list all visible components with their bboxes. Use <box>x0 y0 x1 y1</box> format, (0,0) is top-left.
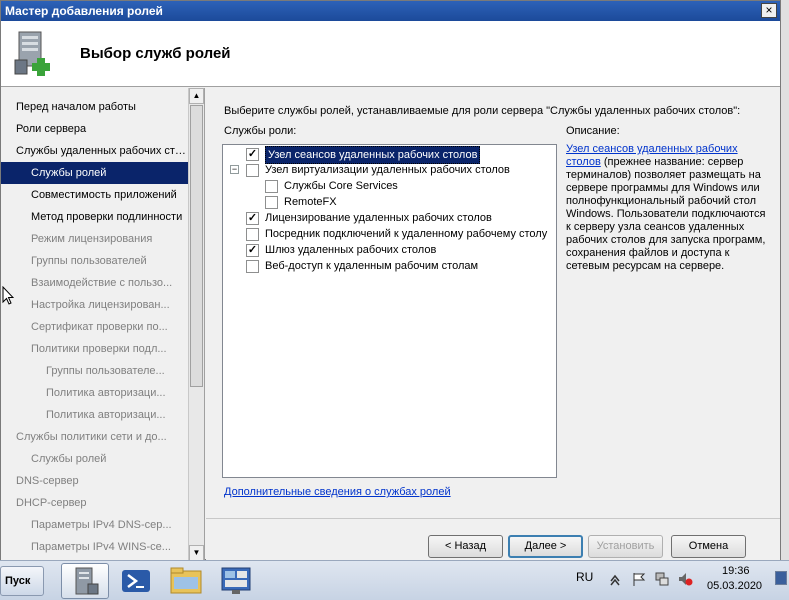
nav-item: Группы пользователей <box>31 255 147 267</box>
role-service-item[interactable]: Службы Core Services <box>223 178 556 194</box>
wizard-header: Выбор служб ролей <box>1 21 780 87</box>
content-panel: Выберите службы ролей, устанавливаемые д… <box>206 88 780 518</box>
nav-item: Параметры IPv4 DNS-сер... <box>31 519 172 531</box>
collapse-toggle-icon[interactable]: − <box>230 165 239 174</box>
taskbar-server-manager[interactable] <box>61 563 109 599</box>
role-service-checkbox[interactable]: ✓ <box>246 148 259 161</box>
nav-item: DNS-сервер <box>16 475 79 487</box>
nav-list: Перед началом работы Роли сервера Службы у… <box>1 96 189 558</box>
role-service-label[interactable]: Веб-доступ к удаленным рабочим столам <box>265 258 478 274</box>
button-bar: < Назад Далее > Установить Отмена <box>206 518 780 561</box>
role-service-item[interactable]: Посредник подключений к удаленному рабоч… <box>223 226 556 242</box>
role-service-item[interactable]: ✓ Шлюз удаленных рабочих столов <box>223 242 556 258</box>
volume-muted-icon[interactable] <box>677 571 693 587</box>
nav-item: Режим лицензирования <box>31 233 153 245</box>
more-info-link[interactable]: Дополнительные сведения о службах ролей <box>224 486 451 498</box>
page-title: Выбор служб ролей <box>80 45 231 62</box>
back-button[interactable]: < Назад <box>428 535 503 558</box>
role-service-label[interactable]: Посредник подключений к удаленному рабоч… <box>265 226 547 242</box>
role-service-checkbox[interactable] <box>246 164 259 177</box>
taskbar-remote-desktop[interactable] <box>212 563 260 599</box>
nav-item: Службы политики сети и до... <box>16 431 167 443</box>
role-service-checkbox[interactable] <box>246 260 259 273</box>
nav-item[interactable]: Совместимость приложений <box>1 184 189 206</box>
taskbar-explorer[interactable] <box>162 563 210 599</box>
role-service-item[interactable]: Веб-доступ к удаленным рабочим столам <box>223 258 556 274</box>
mouse-cursor-icon <box>2 286 14 305</box>
role-service-label[interactable]: Узел виртуализации удаленных рабочих сто… <box>265 162 510 178</box>
description-text: Узел сеансов удаленных рабочих столов (п… <box>566 143 766 273</box>
nav-item: Настройка лицензирован... <box>31 299 170 311</box>
role-service-label[interactable]: Шлюз удаленных рабочих столов <box>265 242 436 258</box>
role-service-checkbox[interactable] <box>265 180 278 193</box>
instruction-text: Выберите службы ролей, устанавливаемые д… <box>224 105 741 117</box>
nav-scrollbar[interactable]: ▲ ▼ <box>188 88 204 561</box>
nav-item: Параметры IPv4 WINS-се... <box>31 541 171 553</box>
server-manager-icon <box>75 567 99 595</box>
start-button[interactable]: Пуск <box>0 566 44 596</box>
add-roles-wizard-window: Мастер добавления ролей × Выбор служб ро… <box>0 0 781 561</box>
role-service-item[interactable]: ✓ Лицензирование удаленных рабочих столов <box>223 210 556 226</box>
server-roles-icon <box>14 31 50 76</box>
nav-item[interactable]: Перед началом работы <box>1 96 189 118</box>
remote-desktop-icon <box>221 567 251 594</box>
scroll-thumb[interactable] <box>190 105 203 387</box>
window-title: Мастер добавления ролей <box>5 4 163 18</box>
nav-item: Группы пользователе... <box>46 365 165 377</box>
role-services-label: Службы роли: <box>224 125 297 137</box>
role-service-item[interactable]: ✓ Узел сеансов удаленных рабочих столов <box>223 146 556 164</box>
cancel-button[interactable]: Отмена <box>671 535 746 558</box>
wizard-navigation: Перед началом работы Роли сервера Службы у… <box>1 88 205 561</box>
nav-item[interactable]: Метод проверки подлинности <box>1 206 189 228</box>
role-service-label[interactable]: Лицензирование удаленных рабочих столов <box>265 210 492 226</box>
nav-item: Политики проверки подл... <box>31 343 167 355</box>
role-service-label[interactable]: RemoteFX <box>284 194 337 210</box>
nav-item: DHCP-сервер <box>16 497 87 509</box>
description-body: (прежнее название: сервер терминалов) по… <box>566 156 766 272</box>
role-service-checkbox[interactable]: ✓ <box>246 212 259 225</box>
role-service-item[interactable]: RemoteFX <box>223 194 556 210</box>
nav-item: Службы ролей <box>31 453 107 465</box>
role-service-item[interactable]: − Узел виртуализации удаленных рабочих ст… <box>223 162 556 178</box>
start-label: Пуск <box>5 575 31 587</box>
clock-date[interactable]: 05.03.2020 <box>707 580 762 592</box>
action-center-flag-icon[interactable] <box>631 571 647 587</box>
taskbar: Пуск RU 19:36 05.03.2020 <box>0 560 789 600</box>
next-button[interactable]: Далее > <box>508 535 583 558</box>
role-service-checkbox[interactable]: ✓ <box>246 244 259 257</box>
install-button[interactable]: Установить <box>588 535 663 558</box>
close-button[interactable]: × <box>761 3 777 18</box>
show-hidden-icons-icon[interactable] <box>607 571 623 587</box>
show-desktop-button[interactable] <box>775 571 787 585</box>
explorer-icon <box>170 567 202 594</box>
network-icon[interactable] <box>654 571 670 587</box>
role-services-list[interactable]: ✓ Узел сеансов удаленных рабочих столов − У… <box>222 144 557 478</box>
nav-item: Взаимодействие с пользо... <box>31 277 173 289</box>
scroll-up-arrow-icon[interactable]: ▲ <box>189 88 204 104</box>
nav-item[interactable]: Службы ролей <box>1 162 189 184</box>
nav-item[interactable]: Службы удаленных рабочих сто... <box>1 140 189 162</box>
title-bar[interactable]: Мастер добавления ролей × <box>1 1 780 21</box>
taskbar-powershell[interactable] <box>112 563 160 599</box>
role-service-checkbox[interactable] <box>265 196 278 209</box>
role-service-label[interactable]: Службы Core Services <box>284 178 398 194</box>
nav-item: Сертификат проверки по... <box>31 321 168 333</box>
powershell-icon <box>122 570 150 592</box>
clock-time[interactable]: 19:36 <box>722 565 750 577</box>
description-label: Описание: <box>566 125 620 137</box>
background-edge <box>781 0 789 560</box>
nav-item: Политика авторизаци... <box>46 409 166 421</box>
language-indicator[interactable]: RU <box>576 570 593 584</box>
role-service-checkbox[interactable] <box>246 228 259 241</box>
nav-item: Политика авторизаци... <box>46 387 166 399</box>
scroll-down-arrow-icon[interactable]: ▼ <box>189 545 204 561</box>
nav-item[interactable]: Роли сервера <box>1 118 189 140</box>
